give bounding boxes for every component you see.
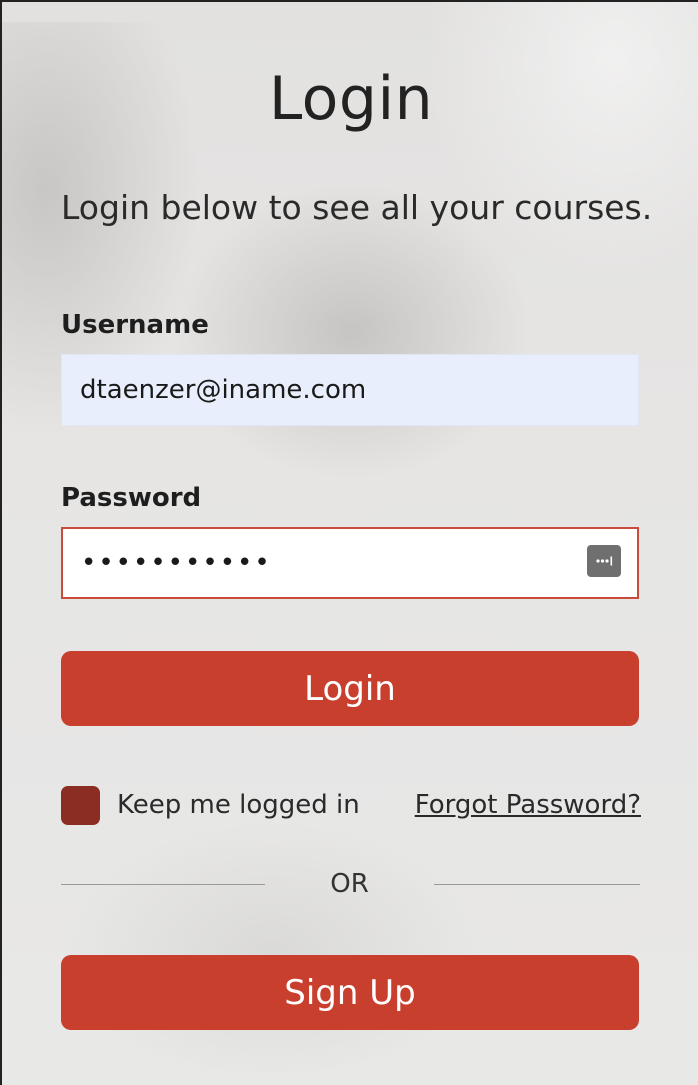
page-title: Login (268, 64, 434, 134)
keep-logged-in-checkbox[interactable] (61, 786, 100, 825)
username-input[interactable] (61, 354, 639, 426)
background-photo-highlight (422, 2, 698, 282)
password-key-glyph (593, 554, 615, 568)
divider-line-right (434, 884, 640, 885)
login-button[interactable]: Login (61, 651, 639, 726)
keep-logged-in-label[interactable]: Keep me logged in (117, 790, 360, 820)
background-photo-shade (62, 822, 482, 1082)
divider-line-left (61, 884, 265, 885)
signup-button[interactable]: Sign Up (61, 955, 639, 1030)
password-input[interactable] (61, 527, 639, 599)
keep-logged-in-row: Keep me logged in Forgot Password? (61, 786, 641, 828)
password-label: Password (61, 483, 202, 513)
username-label: Username (61, 310, 209, 340)
password-key-icon[interactable] (587, 545, 621, 577)
divider-or-text: OR (330, 869, 369, 899)
login-panel: Login Login below to see all your course… (0, 0, 698, 1085)
forgot-password-link[interactable]: Forgot Password? (415, 790, 641, 820)
background-photo-shade (172, 182, 532, 482)
page-subtitle: Login below to see all your courses. (61, 188, 653, 227)
